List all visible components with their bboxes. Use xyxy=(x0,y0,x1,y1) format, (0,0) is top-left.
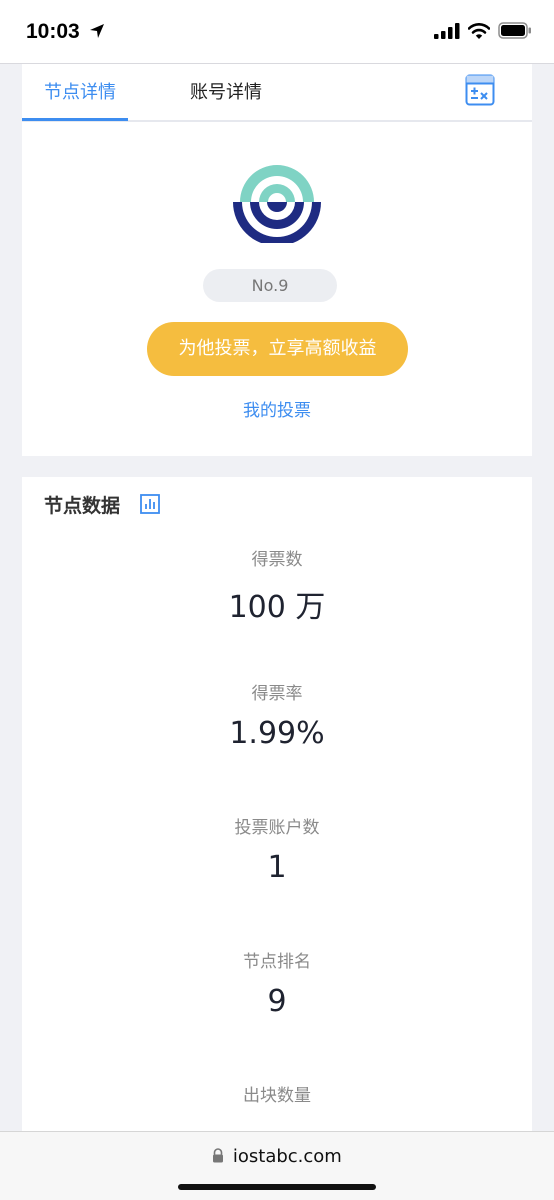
stat-blocks-produced: 出块数量 xyxy=(22,1081,532,1118)
status-bar: 10:03 xyxy=(0,0,554,64)
status-time: 10:03 xyxy=(26,20,105,44)
stat-value: 9 xyxy=(267,984,287,1019)
stat-node-rank: 节点排名 9 xyxy=(22,947,532,1019)
stat-voter-accounts: 投票账户数 1 xyxy=(22,813,532,885)
stat-vote-rate: 得票率 1.99% xyxy=(22,679,532,751)
status-icons xyxy=(434,22,532,39)
vote-button[interactable]: 为他投票，立享高额收益 xyxy=(147,322,408,376)
battery-icon xyxy=(498,22,531,39)
node-header-card: 节点详情 账号详情 No.9 为他投票，立享高额收益 我的投票 xyxy=(22,64,532,456)
section-title: 节点数据 xyxy=(44,495,121,517)
location-arrow-icon xyxy=(89,24,104,38)
signal-icon xyxy=(434,22,460,39)
node-logo xyxy=(233,165,321,243)
rank-badge: No.9 xyxy=(203,269,337,302)
stat-value: 1.99% xyxy=(229,716,325,751)
url-text: iostabc.com xyxy=(232,1146,342,1167)
stat-label: 节点排名 xyxy=(243,952,311,972)
stat-label: 投票账户数 xyxy=(234,818,320,838)
stat-label: 得票率 xyxy=(251,684,303,704)
my-votes-link[interactable]: 我的投票 xyxy=(22,396,532,421)
tab-node-details[interactable]: 节点详情 xyxy=(44,78,116,104)
tab-bar: 节点详情 账号详情 xyxy=(22,64,532,122)
stat-label: 得票数 xyxy=(251,550,303,570)
bar-chart-icon[interactable] xyxy=(140,494,160,514)
url-bar[interactable]: iostabc.com xyxy=(0,1146,554,1167)
calculator-icon[interactable] xyxy=(465,74,495,106)
stat-label: 出块数量 xyxy=(243,1086,311,1106)
stat-value: 1 xyxy=(267,850,287,885)
stat-votes: 得票数 100 万 xyxy=(22,545,532,626)
node-data-card: 节点数据 得票数 100 万 得票率 1.99% 投票账户数 1 节点排名 9 … xyxy=(22,477,532,1137)
tab-active-underline xyxy=(22,118,128,121)
tab-account-details[interactable]: 账号详情 xyxy=(190,78,262,104)
home-indicator xyxy=(178,1184,376,1190)
status-time-text: 10:03 xyxy=(26,20,80,43)
lock-icon xyxy=(213,1148,224,1163)
stat-value: 100 万 xyxy=(228,590,326,625)
browser-bottom-bar: iostabc.com xyxy=(0,1131,554,1200)
wifi-icon xyxy=(468,22,490,39)
